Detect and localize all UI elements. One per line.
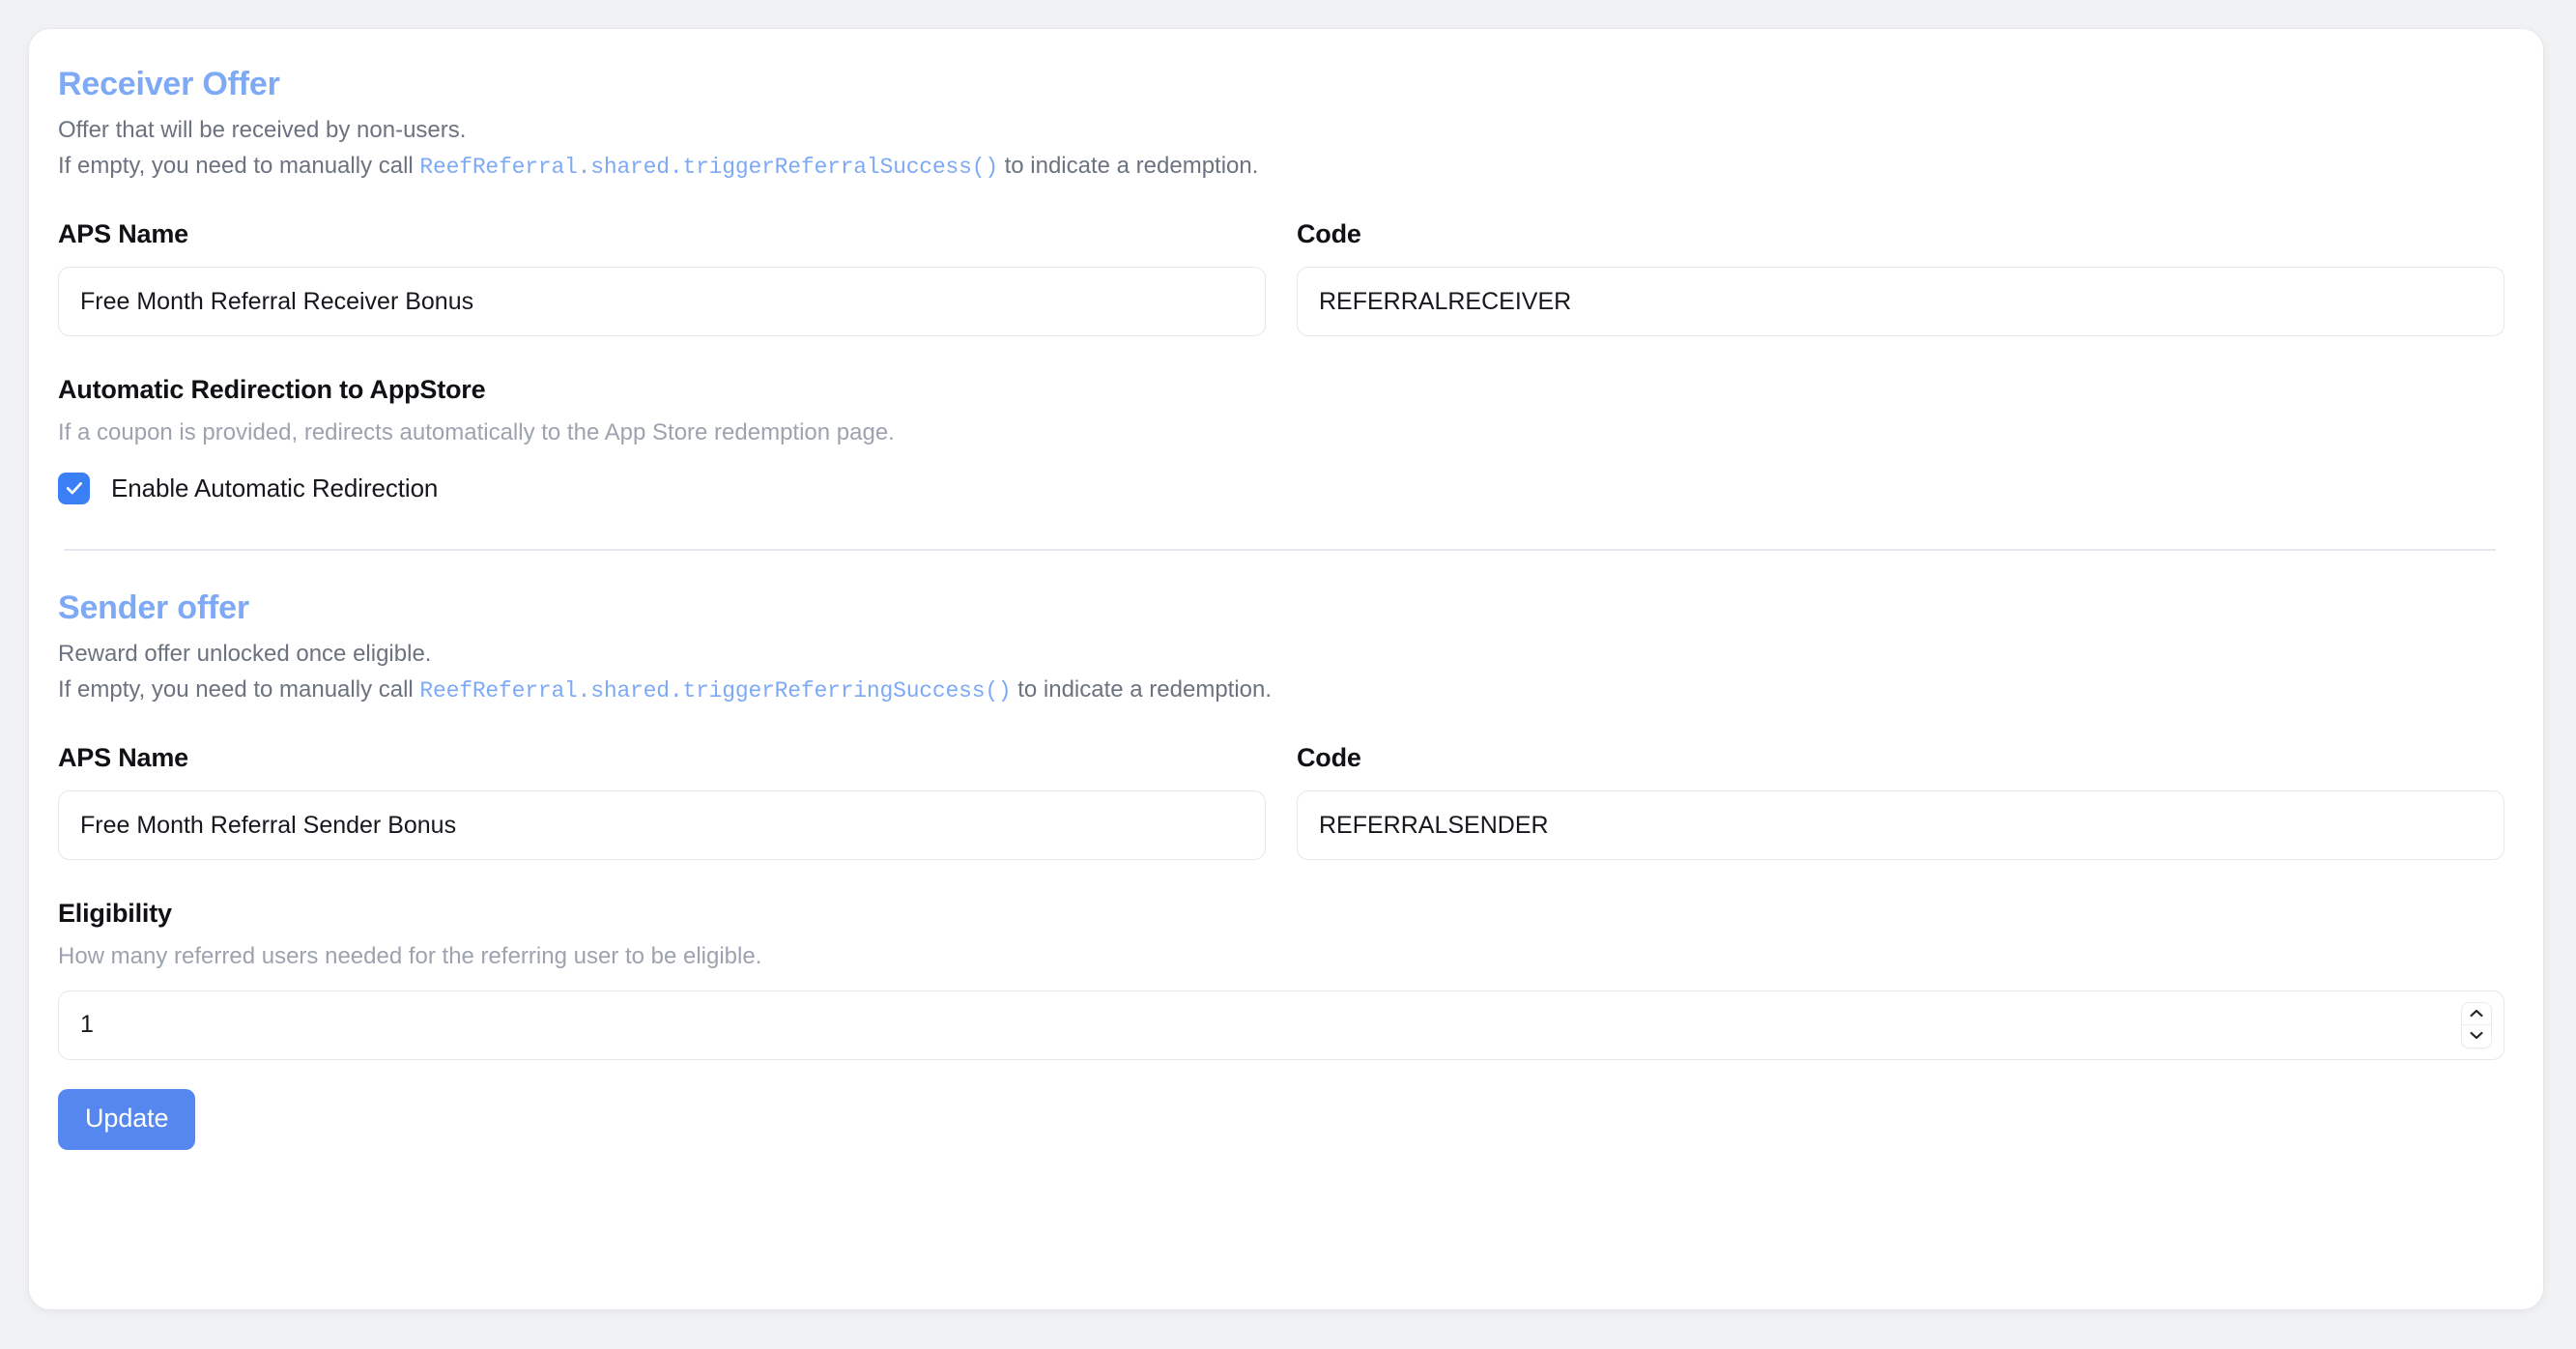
sender-offer-description: Reward offer unlocked once eligible. (58, 640, 432, 667)
sender-trigger-code: ReefReferral.shared.triggerReferringSucc… (419, 677, 1012, 703)
eligibility-input[interactable] (58, 990, 2504, 1060)
automatic-redirection-help: If a coupon is provided, redirects autom… (58, 419, 895, 446)
update-button[interactable]: Update (58, 1088, 196, 1150)
receiver-code-field: Code (1297, 218, 2504, 337)
receiver-fields-row: APS Name Code (58, 218, 2504, 337)
sender-aps-name-field: APS Name (58, 742, 1266, 861)
section-divider (64, 548, 2496, 551)
sender-code-field: Code (1297, 742, 2504, 861)
receiver-offer-description: Offer that will be received by non-users… (58, 117, 467, 144)
automatic-redirection-label: Automatic Redirection to AppStore (58, 375, 486, 405)
eligibility-stepper[interactable] (2462, 1002, 2491, 1048)
receiver-offer-title: Receiver Offer (58, 66, 280, 102)
sender-call-note-prefix: If empty, you need to manually call (58, 675, 420, 703)
automatic-redirection-subsection: Automatic Redirection to AppStore If a c… (58, 375, 2504, 504)
receiver-aps-name-input[interactable] (58, 267, 1266, 337)
receiver-code-label: Code (1297, 218, 1361, 248)
eligibility-help: How many referred users needed for the r… (58, 943, 762, 970)
sender-offer-section: Sender offer Reward offer unlocked once … (58, 589, 2504, 1150)
sender-offer-call-note: If empty, you need to manually call Reef… (58, 674, 2504, 707)
sender-offer-title: Sender offer (58, 588, 249, 626)
sender-code-label: Code (1297, 742, 1361, 772)
receiver-code-input[interactable] (1297, 267, 2504, 337)
receiver-aps-name-field: APS Name (58, 218, 1266, 337)
receiver-call-note-prefix: If empty, you need to manually call (58, 153, 420, 180)
sender-aps-name-label: APS Name (58, 742, 188, 772)
receiver-trigger-code: ReefReferral.shared.triggerReferralSucce… (419, 155, 998, 181)
chevron-up-icon (2470, 1005, 2483, 1022)
enable-automatic-redirection-row[interactable]: Enable Automatic Redirection (58, 472, 2504, 504)
eligibility-subsection: Eligibility How many referred users need… (58, 899, 2504, 1060)
receiver-aps-name-label: APS Name (58, 218, 188, 248)
enable-redirection-checkbox[interactable] (58, 472, 90, 504)
receiver-call-note-suffix: to indicate a redemption. (997, 153, 1259, 180)
eligibility-label: Eligibility (58, 899, 172, 929)
stepper-increment-button[interactable] (2462, 1003, 2491, 1026)
enable-redirection-label[interactable]: Enable Automatic Redirection (111, 474, 438, 503)
sender-fields-row: APS Name Code (58, 742, 2504, 861)
form-actions: Update (58, 1088, 2504, 1150)
page-background: Receiver Offer Offer that will be receiv… (0, 0, 2576, 1349)
receiver-offer-section: Receiver Offer Offer that will be receiv… (58, 66, 2504, 504)
check-icon (64, 477, 85, 499)
eligibility-input-wrapper (58, 990, 2504, 1060)
stepper-decrement-button[interactable] (2462, 1025, 2491, 1048)
chevron-down-icon (2470, 1027, 2483, 1045)
settings-card: Receiver Offer Offer that will be receiv… (29, 29, 2543, 1309)
sender-call-note-suffix: to indicate a redemption. (1011, 675, 1273, 703)
sender-aps-name-input[interactable] (58, 790, 1266, 861)
receiver-offer-call-note: If empty, you need to manually call Reef… (58, 150, 2504, 184)
sender-code-input[interactable] (1297, 790, 2504, 861)
